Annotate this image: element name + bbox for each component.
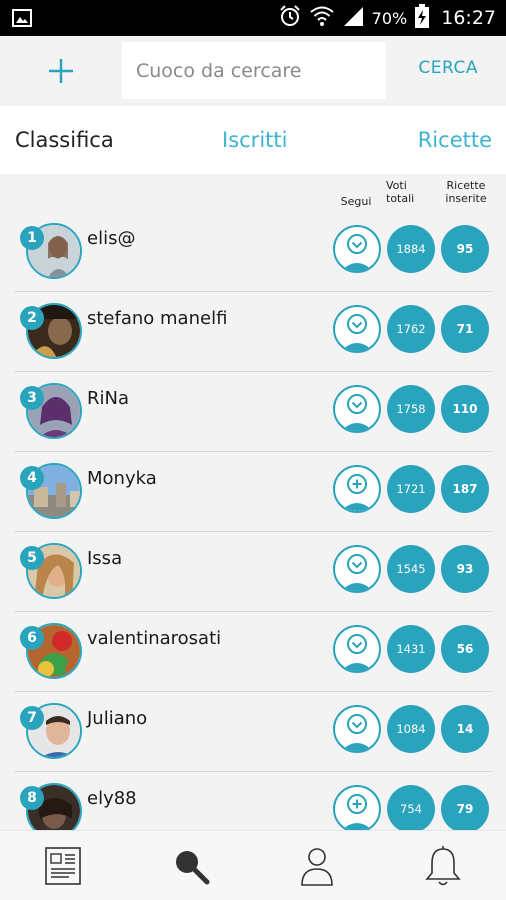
ranking-row[interactable]: 2 stefano manelfi 1762 71 [0, 292, 506, 372]
ranking-row[interactable]: 5 Issa 1545 93 [0, 532, 506, 612]
tab-classifica[interactable]: Classifica [15, 128, 114, 152]
recipes-badge: 14 [441, 705, 489, 753]
username[interactable]: RiNa [87, 388, 129, 409]
recipes-badge: 79 [441, 785, 489, 830]
votes-badge: 1762 [387, 305, 435, 353]
username[interactable]: Issa [87, 548, 122, 569]
username[interactable]: valentinarosati [87, 628, 221, 649]
chevron-down-icon [341, 714, 373, 751]
username[interactable]: Juliano [87, 708, 147, 729]
username[interactable]: elis@ [87, 228, 135, 249]
follow-button[interactable] [333, 225, 381, 273]
gallery-icon [12, 8, 32, 28]
rank-badge: 3 [20, 386, 44, 410]
chevron-down-icon [341, 394, 373, 431]
alarm-icon [278, 4, 302, 32]
ranking-list: 1 elis@ 1884 95 2 stefano manelfi 1762 7… [0, 212, 506, 830]
column-votes-line1: Voti [386, 179, 407, 192]
search-bar: CERCA [0, 36, 506, 106]
profile-icon [301, 848, 333, 886]
follow-button[interactable] [333, 625, 381, 673]
follow-button[interactable] [333, 785, 381, 830]
follow-button[interactable] [333, 465, 381, 513]
username[interactable]: ely88 [87, 788, 137, 809]
rank-badge: 7 [20, 706, 44, 730]
nav-news[interactable] [40, 843, 86, 889]
clock: 16:27 [441, 7, 496, 29]
rank-badge: 8 [20, 786, 44, 810]
recipes-badge: 95 [441, 225, 489, 273]
recipes-badge: 93 [441, 545, 489, 593]
chevron-down-icon [341, 314, 373, 351]
plus-icon [341, 474, 373, 511]
add-button[interactable] [40, 50, 82, 92]
rank-badge: 4 [20, 466, 44, 490]
ranking-row[interactable]: 4 Monyka 1721 187 [0, 452, 506, 532]
ranking-row[interactable]: 1 elis@ 1884 95 [0, 212, 506, 292]
username[interactable]: stefano manelfi [87, 308, 227, 329]
battery-charging-icon [415, 4, 430, 32]
rank-badge: 2 [20, 306, 44, 330]
column-votes-line2: totali [386, 192, 415, 205]
chevron-down-icon [341, 634, 373, 671]
rank-badge: 5 [20, 546, 44, 570]
column-recipes-line1: Ricette [446, 179, 486, 192]
tab-iscritti[interactable]: Iscritti [222, 128, 287, 152]
search-input[interactable] [122, 42, 386, 99]
follow-button[interactable] [333, 385, 381, 433]
rank-badge: 6 [20, 626, 44, 650]
tab-bar: Classifica Iscritti Ricette [0, 106, 506, 174]
wifi-icon [310, 5, 334, 31]
tab-ricette[interactable]: Ricette [418, 128, 492, 152]
search-icon [176, 851, 210, 885]
column-follow-label: Segui [340, 195, 372, 208]
plus-icon [342, 794, 372, 830]
ranking-row[interactable]: 3 RiNa 1758 110 [0, 372, 506, 452]
search-button[interactable]: CERCA [418, 58, 478, 78]
status-bar: 70% 16:27 [0, 0, 506, 36]
username[interactable]: Monyka [87, 468, 157, 489]
chevron-down-icon [341, 554, 373, 591]
follow-button[interactable] [333, 305, 381, 353]
votes-badge: 1431 [387, 625, 435, 673]
votes-badge: 1545 [387, 545, 435, 593]
follow-button[interactable] [333, 705, 381, 753]
column-recipes-label: Ricette inserite [440, 179, 492, 205]
column-votes-label: Voti totali [386, 179, 422, 205]
ranking-row[interactable]: 7 Juliano 1084 14 [0, 692, 506, 772]
follow-button[interactable] [333, 545, 381, 593]
battery-percent: 70% [371, 8, 408, 28]
ranking-column-header: Segui Voti totali Ricette inserite [0, 174, 506, 212]
news-icon [45, 847, 81, 885]
ranking-row[interactable]: 8 ely88 754 79 [0, 772, 506, 830]
votes-badge: 1884 [387, 225, 435, 273]
nav-profile[interactable] [294, 843, 340, 889]
search-field [122, 42, 386, 99]
rank-badge: 1 [20, 226, 44, 250]
chevron-down-icon [341, 234, 373, 271]
plus-icon [49, 59, 73, 83]
votes-badge: 1084 [387, 705, 435, 753]
recipes-badge: 110 [441, 385, 489, 433]
ranking-row[interactable]: 6 valentinarosati 1431 56 [0, 612, 506, 692]
recipes-badge: 71 [441, 305, 489, 353]
bottom-nav [0, 830, 506, 900]
notifications-icon [425, 846, 461, 886]
nav-notifications[interactable] [420, 843, 466, 889]
column-recipes-line2: inserite [445, 192, 487, 205]
signal-icon [342, 5, 364, 31]
votes-badge: 1721 [387, 465, 435, 513]
votes-badge: 1758 [387, 385, 435, 433]
recipes-badge: 56 [441, 625, 489, 673]
votes-badge: 754 [387, 785, 435, 830]
recipes-badge: 187 [441, 465, 489, 513]
nav-search[interactable] [168, 843, 214, 889]
